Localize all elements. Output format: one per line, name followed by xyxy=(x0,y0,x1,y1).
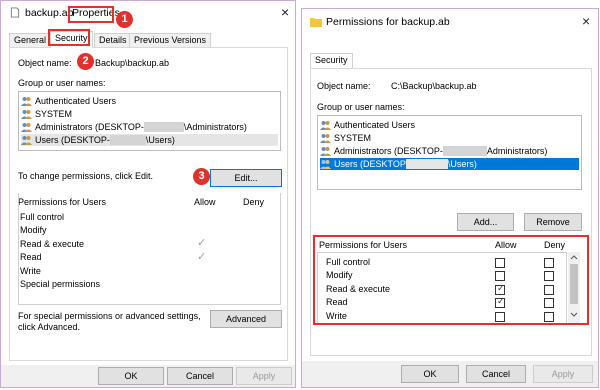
redacted-mask xyxy=(143,122,184,132)
redacted-mask xyxy=(442,146,487,156)
folder-icon xyxy=(310,18,322,27)
user-label-prefix: Users (DESKTOP xyxy=(334,159,406,169)
highlight-properties xyxy=(68,6,114,23)
user-label: Authenticated Users xyxy=(334,120,416,130)
user-label-prefix: Administrators (DESKTOP- xyxy=(334,146,443,156)
users-icon xyxy=(320,147,331,156)
cancel-button[interactable]: Cancel xyxy=(167,367,233,385)
title-bar: Permissions for backup.ab × xyxy=(302,9,598,35)
list-item-system[interactable]: SYSTEM xyxy=(21,108,72,120)
window-title-file: backup.ab xyxy=(25,7,74,19)
users-icon xyxy=(21,110,32,119)
user-label-suffix: Administrators) xyxy=(486,146,548,156)
object-name-label: Object name: xyxy=(317,81,371,91)
close-icon[interactable]: × xyxy=(582,13,590,29)
users-icon xyxy=(320,160,331,169)
user-label-suffix: \Administrators) xyxy=(183,122,247,132)
list-item-administrators[interactable]: Administrators (DESKTOP- \Administrators) xyxy=(21,121,247,133)
add-button[interactable]: Add... xyxy=(457,213,514,231)
tab-details[interactable]: Details xyxy=(94,33,132,47)
permissions-window: Permissions for backup.ab × Security Obj… xyxy=(301,8,599,388)
ok-button[interactable]: OK xyxy=(401,365,459,383)
redacted-mask xyxy=(109,135,146,145)
object-name-value: C:\Backup\backup.ab xyxy=(391,81,477,91)
tab-security[interactable]: Security xyxy=(310,53,353,68)
security-panel: Object name: C:\Backup\backup.ab Group o… xyxy=(310,68,592,356)
list-item-users[interactable]: Users (DESKTOP \Users) xyxy=(320,158,579,170)
properties-window: backup.ab Properties × 1 General Securit… xyxy=(0,0,296,388)
user-label-prefix: Users (DESKTOP- xyxy=(35,135,110,145)
callout-1: 1 xyxy=(116,11,133,28)
object-name-label: Object name: xyxy=(18,58,72,68)
special-text-line2: click Advanced. xyxy=(18,322,81,332)
user-label-suffix: \Users) xyxy=(447,159,477,169)
tab-general[interactable]: General xyxy=(9,33,52,47)
group-label: Group or user names: xyxy=(317,102,405,112)
highlight-security-tab xyxy=(48,29,90,46)
list-item-users[interactable]: Users (DESKTOP- \Users) xyxy=(21,134,278,146)
dialog-footer: OK Cancel Apply xyxy=(1,365,295,387)
user-label: SYSTEM xyxy=(334,133,372,143)
security-panel: Object name: 2 Backup\backup.ab Group or… xyxy=(9,47,288,361)
remove-button[interactable]: Remove xyxy=(524,213,582,231)
title-bar: backup.ab Properties × xyxy=(1,1,295,27)
edit-button[interactable]: Edit... xyxy=(210,169,282,187)
tab-previous-versions[interactable]: Previous Versions xyxy=(129,33,212,47)
user-list[interactable]: Authenticated Users SYSTEM Administrator… xyxy=(317,115,582,190)
advanced-button[interactable]: Advanced xyxy=(210,310,282,328)
callout-2: 2 xyxy=(77,53,94,70)
ok-button[interactable]: OK xyxy=(98,367,164,385)
list-item-administrators[interactable]: Administrators (DESKTOP- Administrators) xyxy=(320,145,547,157)
apply-button[interactable]: Apply xyxy=(533,365,593,383)
redacted-mask xyxy=(405,159,448,169)
users-icon xyxy=(21,97,32,106)
window-title: Permissions for backup.ab xyxy=(326,16,450,28)
cancel-button[interactable]: Cancel xyxy=(466,365,526,383)
user-list[interactable]: Authenticated Users SYSTEM Administrator… xyxy=(18,91,281,151)
file-icon xyxy=(10,7,20,18)
dialog-footer: OK Cancel Apply xyxy=(302,361,598,387)
user-label-suffix: \Users) xyxy=(145,135,175,145)
users-icon xyxy=(320,134,331,143)
users-icon xyxy=(320,121,331,130)
close-icon[interactable]: × xyxy=(281,4,289,20)
list-item-system[interactable]: SYSTEM xyxy=(320,132,371,144)
user-label: Authenticated Users xyxy=(35,96,117,106)
apply-button[interactable]: Apply xyxy=(236,367,292,385)
list-item-authenticated-users[interactable]: Authenticated Users xyxy=(21,95,116,107)
group-label: Group or user names: xyxy=(18,78,106,88)
list-item-authenticated-users[interactable]: Authenticated Users xyxy=(320,119,415,131)
user-label-prefix: Administrators (DESKTOP- xyxy=(35,122,144,132)
highlight-permissions xyxy=(313,235,589,325)
users-icon xyxy=(21,136,32,145)
change-permissions-text: To change permissions, click Edit. xyxy=(18,171,154,181)
permissions-area: Permissions for Users Allow Deny Full co… xyxy=(18,193,281,305)
user-label: SYSTEM xyxy=(35,109,73,119)
callout-3: 3 xyxy=(193,168,210,185)
permissions-box xyxy=(18,193,281,305)
users-icon xyxy=(21,123,32,132)
special-text-line1: For special permissions or advanced sett… xyxy=(18,311,201,321)
object-name-value: Backup\backup.ab xyxy=(95,58,170,68)
